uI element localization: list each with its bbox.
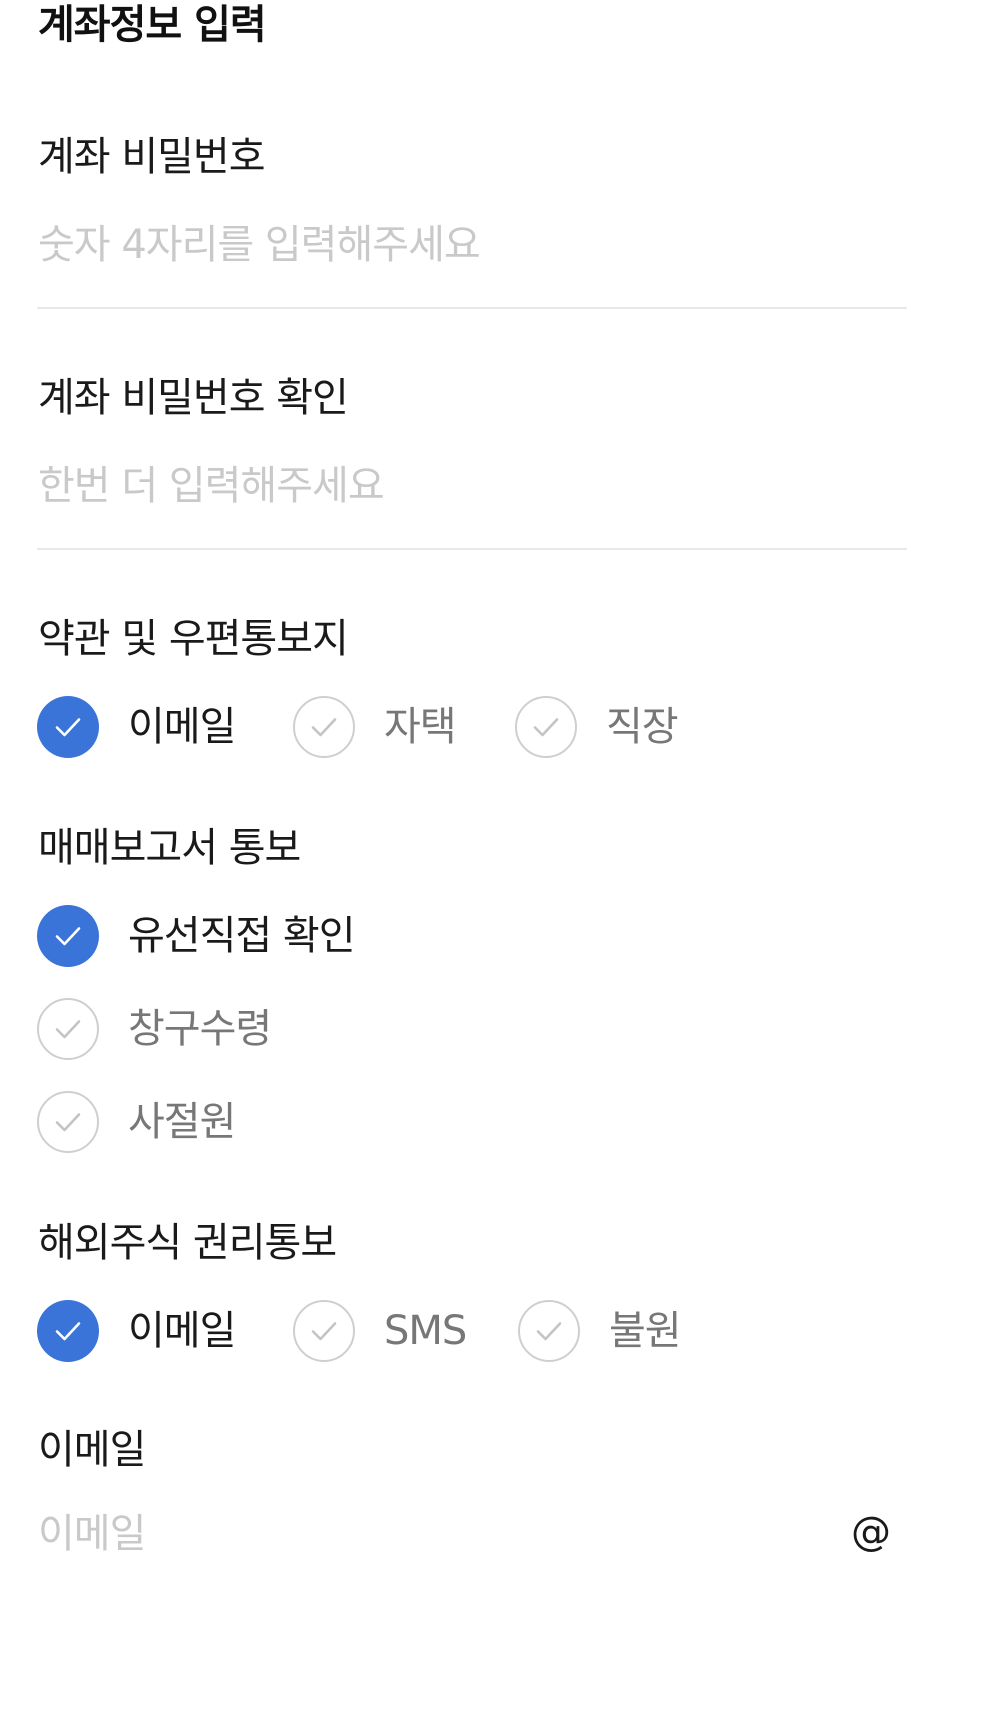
terms-mail-option-email[interactable]: 이메일 [37,693,236,761]
foreign-rights-option-email[interactable]: 이메일 [37,1297,236,1365]
option-label: 불원 [609,1308,682,1354]
option-label: 유선직접 확인 [128,913,356,959]
foreign-rights-option-decline[interactable]: 불원 [518,1297,682,1365]
trade-report-label: 매매보고서 통보 [38,825,301,871]
check-circle-filled-icon [37,905,99,967]
account-password-confirm-label: 계좌 비밀번호 확인 [38,375,349,421]
check-circle-outline-icon [518,1300,580,1362]
at-symbol-button[interactable]: @ [846,1504,896,1560]
trade-report-option-counter[interactable]: 창구수령 [37,995,272,1063]
foreign-rights-option-sms[interactable]: SMS [293,1297,467,1365]
email-input[interactable] [38,1503,828,1565]
email-label: 이메일 [38,1427,146,1473]
option-label: 사절원 [128,1099,236,1145]
account-password-underline [37,307,907,309]
check-circle-outline-icon [293,696,355,758]
account-password-confirm-underline [37,548,907,550]
option-label: 직장 [606,704,679,750]
check-circle-outline-icon [37,998,99,1060]
account-password-input[interactable] [38,214,906,276]
check-circle-outline-icon [37,1091,99,1153]
check-circle-filled-icon [37,696,99,758]
option-label: 창구수령 [128,1006,272,1052]
page-title: 계좌정보 입력 [38,2,267,48]
trade-report-option-phone[interactable]: 유선직접 확인 [37,902,356,970]
option-label: 이메일 [128,1308,236,1354]
terms-mail-option-work[interactable]: 직장 [515,693,679,761]
check-circle-outline-icon [293,1300,355,1362]
account-password-confirm-input[interactable] [38,455,906,517]
account-password-label: 계좌 비밀번호 [38,134,266,180]
option-label: SMS [384,1308,467,1354]
foreign-rights-label: 해외주식 권리통보 [38,1220,337,1266]
trade-report-option-decline[interactable]: 사절원 [37,1088,236,1156]
check-circle-outline-icon [515,696,577,758]
terms-mail-option-home[interactable]: 자택 [293,693,457,761]
terms-mail-label: 약관 및 우편통보지 [38,616,349,662]
account-info-form: 계좌정보 입력 계좌 비밀번호 계좌 비밀번호 확인 약관 및 우편통보지 이메… [0,0,991,1714]
check-circle-filled-icon [37,1300,99,1362]
option-label: 이메일 [128,704,236,750]
option-label: 자택 [384,704,457,750]
